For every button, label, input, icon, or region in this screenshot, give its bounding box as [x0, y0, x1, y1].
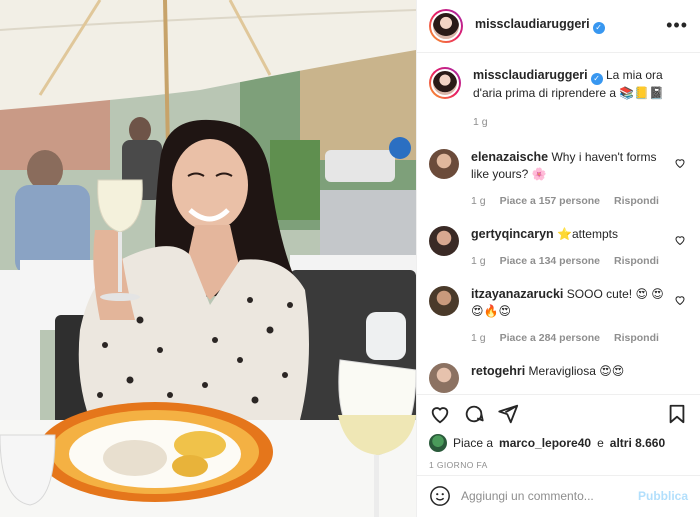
header-user: missclaudiaruggeri ✓	[475, 17, 605, 35]
reply-button[interactable]: Rispondi	[614, 330, 659, 347]
comment-text: Meravigliosa 😍😍	[528, 363, 625, 378]
username-link[interactable]: missclaudiaruggeri	[475, 17, 590, 31]
comment: gertyqincaryn ⭐attempts 1 g Piace a 134 …	[429, 225, 688, 270]
emoji-icon[interactable]	[429, 485, 451, 507]
avatar	[429, 434, 447, 452]
verified-badge-icon: ✓	[590, 72, 603, 85]
comment-username[interactable]: itzayanazarucki	[471, 287, 563, 301]
share-icon[interactable]	[497, 403, 519, 425]
caption-time: 1 g	[473, 115, 488, 128]
comment-time: 1 g	[471, 331, 486, 344]
avatar[interactable]	[429, 148, 459, 179]
post-photo[interactable]	[0, 0, 416, 517]
action-bar	[417, 394, 700, 432]
photo-illustration	[0, 0, 416, 517]
comment-input[interactable]	[461, 489, 628, 504]
caption: missclaudiaruggeri ✓ La mia ora d'aria pr…	[429, 66, 688, 131]
comment-username[interactable]: elenazaische	[471, 150, 548, 164]
comment-heart-icon[interactable]	[674, 157, 686, 169]
comment-time: 1 g	[471, 194, 486, 207]
more-options-icon[interactable]: •••	[666, 15, 688, 36]
post-sidebar: missclaudiaruggeri ✓ ••• missclaudiarugge…	[416, 0, 700, 517]
avatar[interactable]	[429, 66, 461, 99]
likes-summary[interactable]: Piace a marco_lepore40 e altri 8.660	[417, 432, 700, 453]
comment-heart-icon[interactable]	[674, 294, 686, 306]
verified-badge-icon: ✓	[592, 22, 605, 35]
add-comment-bar: Pubblica	[417, 474, 700, 517]
bookmark-icon[interactable]	[666, 403, 688, 425]
comment: elenazaische Why i haven't forms like yo…	[429, 148, 688, 210]
likes-prefix: Piace a	[453, 436, 494, 450]
post-header: missclaudiaruggeri ✓ •••	[417, 0, 700, 53]
comment-likes-link[interactable]: Piace a 284 persone	[500, 330, 600, 347]
heart-icon[interactable]	[429, 403, 451, 425]
comment-username[interactable]: retogehri	[471, 364, 525, 378]
comment-likes-link[interactable]: Piace a 157 persone	[500, 193, 600, 210]
avatar[interactable]	[429, 225, 459, 256]
comment-likes-link[interactable]: Piace a 134 persone	[500, 253, 600, 270]
comment: itzayanazarucki SOOO cute! 😍 😍😍🔥😍 1 g Pi…	[429, 285, 688, 347]
avatar[interactable]	[429, 285, 459, 316]
comments-feed[interactable]: missclaudiaruggeri ✓ La mia ora d'aria pr…	[417, 53, 700, 394]
comment-text: ⭐attempts	[557, 226, 618, 241]
likes-user[interactable]: marco_lepore40	[499, 436, 591, 450]
comment-time: 1 g	[471, 254, 486, 267]
likes-mid: e	[597, 436, 604, 450]
avatar[interactable]	[429, 8, 463, 43]
comment-username[interactable]: gertyqincaryn	[471, 227, 554, 241]
comment: retogehri Meravigliosa 😍😍	[429, 362, 688, 393]
caption-username[interactable]: missclaudiaruggeri	[473, 68, 588, 82]
publish-button[interactable]: Pubblica	[638, 489, 688, 503]
comment-icon[interactable]	[463, 403, 485, 425]
comment-heart-icon[interactable]	[674, 234, 686, 246]
likes-others[interactable]: altri 8.660	[610, 436, 665, 450]
avatar[interactable]	[429, 362, 459, 393]
reply-button[interactable]: Rispondi	[614, 193, 659, 210]
instagram-post: missclaudiaruggeri ✓ ••• missclaudiarugge…	[0, 0, 700, 517]
reply-button[interactable]: Rispondi	[614, 253, 659, 270]
post-date[interactable]: 1 GIORNO FA	[417, 454, 700, 475]
